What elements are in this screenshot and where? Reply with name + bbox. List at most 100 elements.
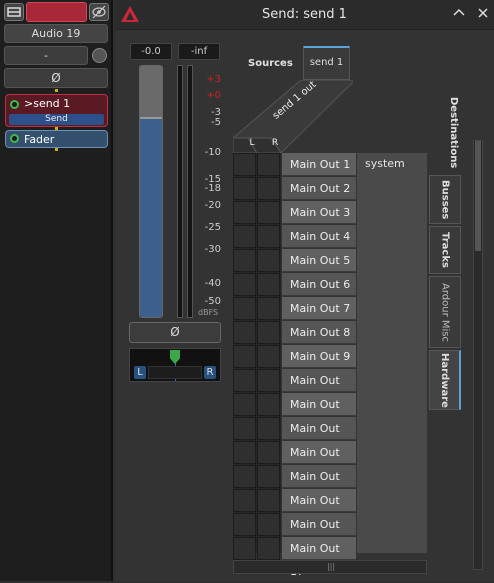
connection-cell[interactable]: [257, 537, 280, 560]
connection-cell[interactable]: [257, 153, 280, 176]
stereo-panner[interactable]: L R: [129, 348, 221, 382]
destination-port[interactable]: Main Out 13: [282, 441, 356, 482]
record-arm-button[interactable]: [26, 2, 87, 22]
connection-cell[interactable]: [233, 393, 256, 416]
channel-label-left: L: [249, 138, 255, 148]
destination-port[interactable]: Main Out 6: [282, 273, 356, 296]
gain-fader[interactable]: [139, 65, 163, 318]
source-tab-send-1[interactable]: send 1: [303, 46, 350, 80]
connection-cell[interactable]: [233, 369, 256, 392]
tab-hardware[interactable]: Hardware: [429, 350, 461, 410]
connection-cell[interactable]: [257, 513, 280, 536]
connection-cell[interactable]: [257, 273, 280, 296]
connection-cell[interactable]: [257, 441, 280, 464]
connection-cell[interactable]: [257, 225, 280, 248]
tab-busses[interactable]: Busses: [429, 175, 461, 224]
input-button[interactable]: -: [4, 46, 88, 65]
meter-scale-tick: -10: [204, 147, 221, 158]
connection-cell[interactable]: [257, 249, 280, 272]
track-name-button[interactable]: Audio 19: [4, 24, 108, 43]
connection-cell[interactable]: [233, 345, 256, 368]
meter-scale-tick: +3: [206, 74, 221, 85]
meter-scale-tick: -18: [204, 183, 221, 194]
pan-handle[interactable]: [170, 350, 180, 364]
destination-port[interactable]: Main Out 2: [282, 177, 356, 200]
connection-cell[interactable]: [233, 537, 256, 560]
level-readout[interactable]: -inf: [178, 43, 220, 60]
scroll-thumb[interactable]: [475, 141, 481, 251]
destination-port[interactable]: Main Out 9: [282, 345, 356, 368]
meter-scale-tick: -20: [204, 200, 221, 211]
connection-cell[interactable]: [257, 417, 280, 440]
pan-right-label: R: [204, 366, 216, 379]
connection-cell[interactable]: [233, 489, 256, 512]
connection-cell[interactable]: [257, 201, 280, 224]
connection-cell[interactable]: [233, 153, 256, 176]
connection-cell[interactable]: [233, 513, 256, 536]
strip-width-button[interactable]: [4, 3, 24, 21]
destination-port[interactable]: Main Out 11: [282, 393, 356, 434]
collapse-button[interactable]: [451, 6, 467, 22]
connection-cell[interactable]: [257, 297, 280, 320]
destination-port[interactable]: Main Out 4: [282, 225, 356, 248]
destination-port[interactable]: Main Out 15: [282, 489, 356, 530]
connection-cell[interactable]: [233, 321, 256, 344]
connection-cell[interactable]: [257, 489, 280, 512]
send-level-bar[interactable]: Send: [9, 114, 104, 125]
connection-cell[interactable]: [233, 177, 256, 200]
peak-readout[interactable]: -0.0: [130, 43, 172, 60]
destination-port[interactable]: Main Out 14: [282, 465, 356, 506]
hide-strip-button[interactable]: [89, 3, 109, 21]
connection-cell[interactable]: [233, 273, 256, 296]
meter-scale-tick: +0: [206, 90, 221, 101]
tab-tracks[interactable]: Tracks: [429, 226, 461, 274]
pan-width-bar: [148, 366, 202, 379]
processor-active-led[interactable]: [10, 100, 19, 109]
send-window: Send: send 1 -0.0 -inf +3 +0 -3 -5 -10 -15 -18…: [115, 0, 494, 581]
meter-scale-tick: -50: [204, 296, 221, 307]
connection-cell[interactable]: [233, 417, 256, 440]
meter-scale-tick: -40: [204, 278, 221, 289]
connection-cell[interactable]: [233, 201, 256, 224]
vertical-scrollbar[interactable]: [473, 140, 483, 570]
meter-scale-tick: -5: [211, 117, 221, 128]
connection-cell[interactable]: [233, 465, 256, 488]
connection-cell[interactable]: [233, 297, 256, 320]
connection-cell[interactable]: [257, 465, 280, 488]
send-processor[interactable]: >send 1 Send: [5, 94, 108, 127]
destination-port[interactable]: Main Out 17: [282, 537, 356, 578]
destination-port[interactable]: Main Out 1: [282, 153, 356, 176]
destination-port[interactable]: Main Out 8: [282, 321, 356, 344]
chevron-up-icon: [453, 8, 465, 16]
connection-cell[interactable]: [257, 393, 280, 416]
destination-port[interactable]: Main Out 16: [282, 513, 356, 554]
close-button[interactable]: [475, 6, 491, 22]
hide-eye-icon: [92, 5, 106, 19]
phase-invert-button[interactable]: Ø: [4, 68, 108, 88]
destination-port[interactable]: Main Out 12: [282, 417, 356, 458]
destination-port[interactable]: Main Out 5: [282, 249, 356, 272]
destination-port[interactable]: Main Out 3: [282, 201, 356, 224]
scroll-thumb[interactable]: |||: [314, 563, 348, 571]
meter-scale-tick: -25: [204, 222, 221, 233]
phase-invert-button[interactable]: Ø: [129, 322, 221, 343]
pan-left-label: L: [134, 366, 146, 379]
connection-cell[interactable]: [257, 369, 280, 392]
fader-processor[interactable]: Fader: [5, 130, 108, 148]
destination-port[interactable]: Main Out 7: [282, 297, 356, 320]
processor-active-led[interactable]: [10, 134, 19, 143]
meter-unit: dBFS: [198, 308, 219, 317]
send-processor-label: >send 1: [24, 97, 71, 110]
connection-cell[interactable]: [233, 441, 256, 464]
connection-cell[interactable]: [233, 225, 256, 248]
connection-cell[interactable]: [257, 345, 280, 368]
connection-cell[interactable]: [233, 249, 256, 272]
trim-knob[interactable]: [92, 48, 107, 63]
connection-cell[interactable]: [257, 321, 280, 344]
tab-ardour-misc[interactable]: Ardour Misc: [429, 276, 461, 348]
connection-cell[interactable]: [257, 177, 280, 200]
mixer-strip: Audio 19 - Ø >send 1 Send Fader: [0, 0, 113, 581]
horizontal-scrollbar[interactable]: |||: [233, 560, 427, 574]
destination-port[interactable]: Main Out 10: [282, 369, 356, 410]
destination-group-label: system: [365, 157, 405, 170]
